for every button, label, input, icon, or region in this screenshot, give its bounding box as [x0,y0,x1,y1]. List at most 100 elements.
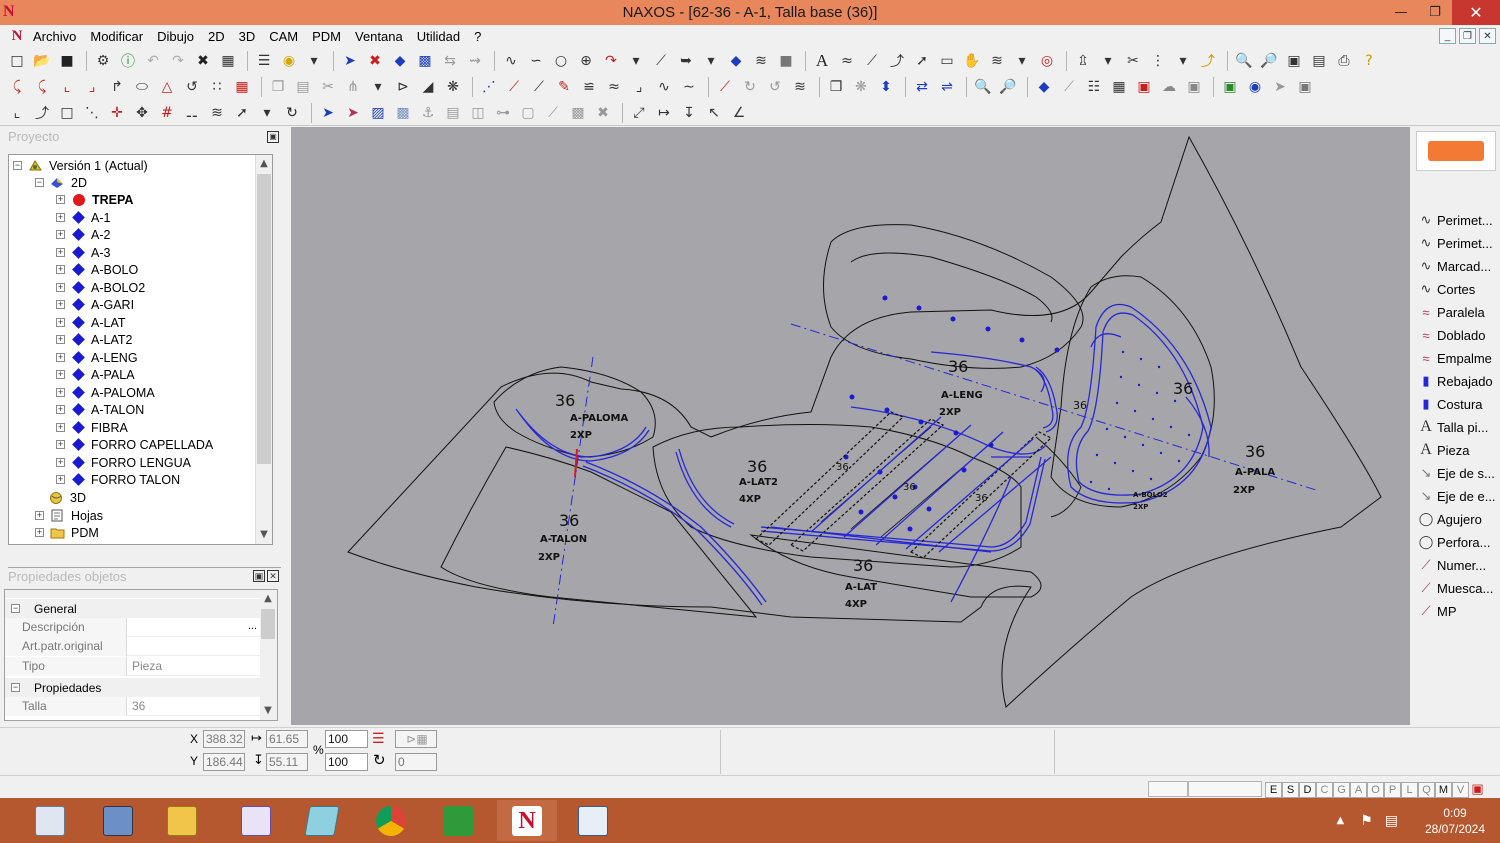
cross-out-icon[interactable]: ✖ [592,102,614,124]
prop-art-patr[interactable]: Art.patr.original [5,637,261,656]
tree-item-a-3[interactable]: + A-3 [56,244,110,261]
collapse-icon[interactable]: − [35,178,44,187]
align-icon[interactable]: ☷ [1083,76,1105,98]
fill-rect-icon[interactable]: ■ [775,50,797,72]
tool-perforacion[interactable]: ◯ Perfora... [1416,531,1500,553]
tool-mp[interactable]: ⟋ MP [1416,600,1500,622]
expand-icon[interactable]: + [56,440,65,449]
ladder-strip-a1[interactable] [754,411,905,546]
zoom-page-icon[interactable]: ▣ [1283,50,1305,72]
tool-paralela[interactable]: ≈ Paralela [1416,301,1500,323]
dropdown-arrow-icon[interactable]: ▾ [1011,50,1033,72]
mdi-close-button[interactable]: ✕ [1479,28,1496,44]
tool-talla-pieza[interactable]: A Talla pi... [1416,416,1500,438]
menu-cam[interactable]: CAM [264,29,307,44]
a-lat2-outline[interactable] [652,424,1022,568]
copy-piece-icon[interactable]: ▩ [414,50,436,72]
pin-icon[interactable]: ▣ [253,570,265,582]
art-patr-value[interactable] [127,637,261,656]
menu-help[interactable]: ? [469,29,490,44]
y-coordinate-field[interactable]: 186.44 [203,753,245,771]
curve-tool-icon[interactable]: ∿ [500,50,522,72]
dropdown-arrow-icon[interactable]: ▾ [700,50,722,72]
taskbar-naxos[interactable]: N [497,800,557,841]
rotate-cw-icon[interactable]: ↻ [739,76,761,98]
dimension-vertical-icon[interactable]: ↧ [678,102,700,124]
lat-stitch-b[interactable] [760,458,1046,552]
tool-eje-simetria[interactable]: ↘ Eje de s... [1416,462,1500,484]
taskbar-explorer-docs[interactable] [88,800,148,841]
taskbar-notes[interactable] [292,800,352,841]
expand-icon[interactable]: + [56,458,65,467]
mode-m[interactable]: M [1435,782,1452,798]
x-coordinate-field[interactable]: 388.32 [203,730,245,748]
screen-icon[interactable]: ▣ [1133,76,1155,98]
menu-modificar[interactable]: Modificar [85,29,152,44]
menu-dibujo[interactable]: Dibujo [152,29,203,44]
group-icon[interactable]: ◆ [1033,76,1055,98]
menu-pdm[interactable]: PDM [307,29,350,44]
expand-icon[interactable]: + [56,335,65,344]
ruler-icon[interactable]: ▤ [1308,50,1330,72]
dropdown-arrow-icon[interactable]: ▾ [256,102,278,124]
mode-l[interactable]: L [1401,782,1418,798]
expand-icon[interactable]: + [56,353,65,362]
image-icon[interactable]: ▣ [1219,76,1241,98]
system-clock[interactable]: 0:09 28/07/2024 [1410,805,1500,837]
scroll-down-icon[interactable]: ▼ [256,526,272,544]
tool-eje-e[interactable]: ↘ Eje de e... [1416,485,1500,507]
menu-2d[interactable]: 2D [203,29,234,44]
dropdown-arrow-icon[interactable]: ▾ [367,76,389,98]
zigzag-icon[interactable]: ≌ [578,76,600,98]
spiral-icon[interactable]: ↺ [181,76,203,98]
frame-icon[interactable]: ▩ [567,102,589,124]
polyline-tool-icon[interactable]: ➥ [675,50,697,72]
mdi-minimize-button[interactable]: _ [1439,28,1456,44]
insert-point-icon[interactable]: ⚋ [181,102,203,124]
expand-icon[interactable]: + [56,370,65,379]
shape-icon[interactable]: ▢ [517,102,539,124]
tree-item-fibra[interactable]: + FIBRA [56,419,128,436]
snap-icon[interactable]: ▣ [1469,782,1486,798]
collapse-icon[interactable]: − [11,604,20,613]
transform-icon[interactable]: ≋ [789,76,811,98]
tree-item-a-talon[interactable]: + A-TALON [56,401,144,418]
grid-icon[interactable]: ▦ [231,76,253,98]
height-field[interactable]: 55.11 [266,753,308,771]
network-icon[interactable]: ▤ [1385,813,1398,829]
export-icon[interactable]: ⇫ [1072,50,1094,72]
expand-icon[interactable]: + [56,195,65,204]
menu-3d[interactable]: 3D [234,29,265,44]
properties-scrollbar[interactable]: ▲ ▼ [260,590,277,720]
corner-tool-icon[interactable]: ⌞ [6,102,28,124]
restore-button[interactable]: ❐ [1418,0,1452,25]
fillet-tool-icon[interactable]: ⤴ [886,50,908,72]
extend-tool-icon[interactable]: ➚ [911,50,933,72]
tool-perimetro-1[interactable]: ∿ Perimet... [1416,209,1500,231]
refresh-icon[interactable]: ↻ [281,102,303,124]
tree-folder-hojas[interactable]: + Hojas [35,507,103,524]
redo-icon[interactable]: ↷ [167,50,189,72]
target-tool-icon[interactable]: ◎ [1036,50,1058,72]
descripcion-value[interactable] [127,618,261,637]
arc-c-icon[interactable]: ↱ [106,76,128,98]
text-tool-icon[interactable]: A [811,50,833,72]
move-piece-icon[interactable]: ➤ [339,50,361,72]
dimension-diagonal-icon[interactable]: ⤢ [628,102,650,124]
scroll-up-icon[interactable]: ▲ [256,155,272,173]
expand-icon[interactable]: + [56,300,65,309]
tool-empalme[interactable]: ≈ Empalme [1416,347,1500,369]
dash-tool-icon[interactable]: ⋱ [81,102,103,124]
ungroup-icon[interactable]: ⟋ [1058,76,1080,98]
section-general[interactable]: − General [5,599,261,618]
align-button[interactable]: ⊳▦ [395,730,437,748]
info-icon[interactable]: ⓘ [117,50,139,72]
zoom-out-icon[interactable]: 🔎 [997,76,1019,98]
select-diamond-icon[interactable]: ◆ [389,50,411,72]
dimension-angle-icon[interactable]: ↖ [703,102,725,124]
tree-folder-3d[interactable]: 3D [49,489,86,506]
dropdown-arrow-icon[interactable]: ▾ [303,50,325,72]
taskbar-cad-app[interactable] [428,800,488,841]
dimension-horizontal-icon[interactable]: ↦ [653,102,675,124]
expand-icon[interactable]: + [56,388,65,397]
